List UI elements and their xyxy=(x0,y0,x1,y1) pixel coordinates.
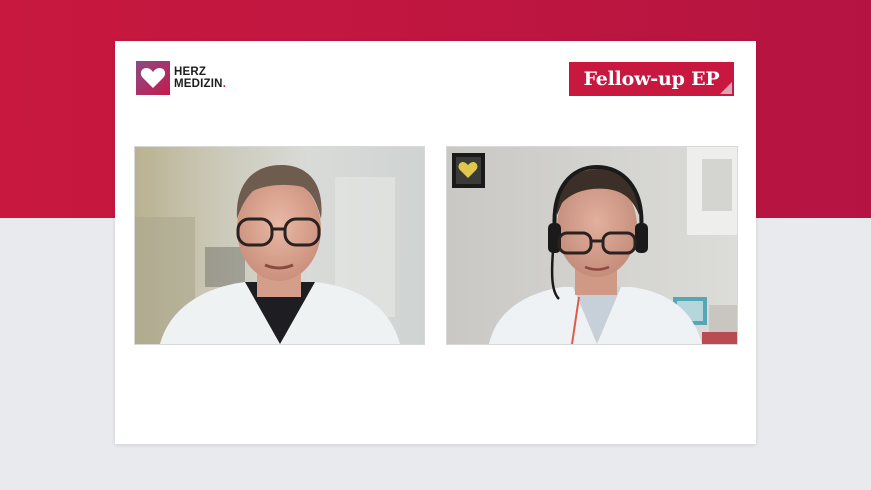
badge-corner-icon xyxy=(720,82,732,94)
video-frame-right-icon xyxy=(447,147,737,344)
video-tile-left[interactable] xyxy=(134,146,425,345)
logo-wordmark: HERZ MEDIZIN. xyxy=(174,66,226,90)
badge-label: Fellow-up EP xyxy=(583,68,720,90)
video-frame-left-icon xyxy=(135,147,424,344)
logo-line-2-text: MEDIZIN xyxy=(174,78,223,90)
heart-icon xyxy=(136,61,170,95)
logo-line-1: HERZ xyxy=(174,66,207,78)
content-card: HERZ MEDIZIN. Fellow-up EP xyxy=(115,41,756,444)
logo-line-2: MEDIZIN. xyxy=(174,78,226,90)
logo-dot: . xyxy=(222,78,227,90)
herzmedizin-logo[interactable]: HERZ MEDIZIN. xyxy=(136,61,226,95)
fellow-up-ep-badge: Fellow-up EP xyxy=(569,62,734,96)
video-tile-right[interactable] xyxy=(446,146,738,345)
